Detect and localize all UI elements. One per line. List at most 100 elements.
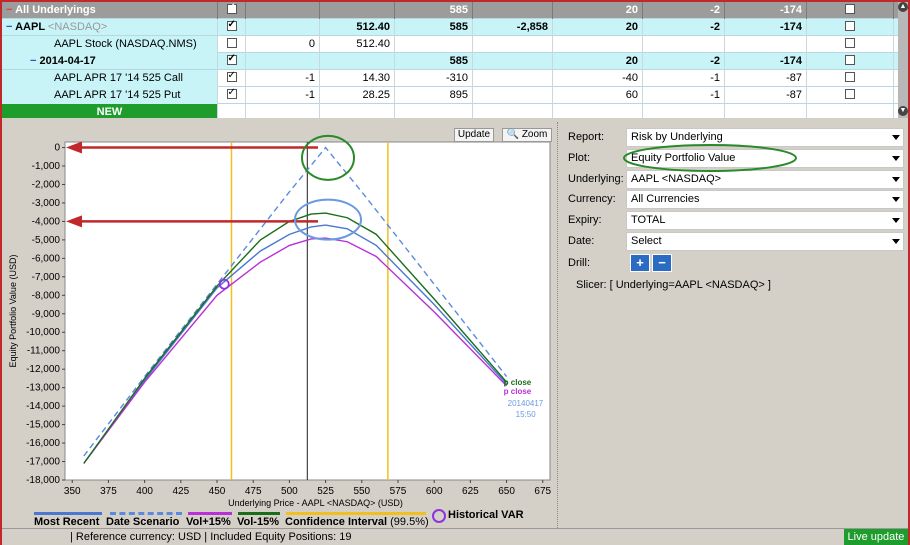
table-cell: [218, 104, 246, 118]
y-tick-label: 0: [54, 143, 60, 154]
row-select[interactable]: [807, 53, 894, 70]
x-tick-label: 525: [317, 486, 334, 497]
x-tick-label: 650: [498, 486, 515, 497]
checkbox-icon[interactable]: [226, 89, 237, 100]
legend-vol-minus: Vol-15%: [237, 516, 279, 528]
checkbox-icon[interactable]: [845, 4, 855, 15]
table-row-new[interactable]: NEW: [2, 104, 898, 118]
checkbox-icon[interactable]: [845, 72, 855, 83]
y-tick-label: -11,000: [27, 346, 61, 357]
drill-label: Drill:: [568, 257, 590, 269]
table-cell: 20: [553, 19, 643, 36]
y-tick-label: -10,000: [26, 327, 60, 338]
table-cell: [320, 104, 395, 118]
row-select[interactable]: [807, 36, 894, 53]
drill-up-button[interactable]: −: [652, 254, 672, 272]
y-tick-label: -5,000: [32, 235, 61, 246]
checkbox-icon[interactable]: [845, 21, 855, 32]
checkbox-icon[interactable]: [226, 21, 237, 32]
table-row[interactable]: − AAPL <NASDAQ> 512.40 585 -2,858 20 -2 …: [2, 19, 898, 36]
new-row-button[interactable]: NEW: [2, 104, 218, 118]
scroll-down-icon[interactable]: ▼: [898, 106, 908, 116]
table-cell: [553, 36, 643, 53]
chevron-down-icon: [892, 239, 900, 244]
currency-select[interactable]: All Currencies: [626, 190, 904, 209]
row-select[interactable]: [807, 87, 894, 104]
time-label: 15:50: [516, 410, 537, 419]
y-axis-label: Equity Portfolio Value (USD): [8, 255, 18, 368]
grid-header-cell: [246, 2, 320, 19]
collapse-icon[interactable]: −: [30, 55, 36, 67]
collapse-icon[interactable]: −: [6, 21, 12, 33]
x-tick-label: 350: [64, 486, 81, 497]
table-cell: [246, 104, 320, 118]
grid-scrollbar[interactable]: ▲ ▼: [898, 2, 908, 118]
x-tick-label: 450: [209, 486, 226, 497]
row-name-call[interactable]: AAPL APR 17 '14 525 Call: [2, 70, 218, 87]
date-label: 20140417: [508, 399, 544, 408]
table-cell: [473, 53, 553, 70]
underlying-select[interactable]: AAPL <NASDAQ>: [626, 170, 904, 189]
currency-row: Currency: All Currencies: [562, 190, 908, 209]
row-check[interactable]: [218, 87, 246, 104]
grid-header-cell: [320, 2, 395, 19]
collapse-icon[interactable]: −: [6, 4, 12, 16]
legend-vol-plus: Vol+15%: [186, 516, 231, 528]
table-row[interactable]: − 2014-04-17 585 20 -2 -174: [2, 53, 898, 70]
report-select[interactable]: Risk by Underlying: [626, 128, 904, 147]
risk-chart[interactable]: 0 -1,000 -2,000 -3,000 -4,000 -5,000 -6,000 -7,…: [2, 122, 558, 528]
checkbox-icon[interactable]: [226, 4, 237, 15]
legend-swatch-most-recent: [34, 512, 102, 515]
row-name-put[interactable]: AAPL APR 17 '14 525 Put: [2, 87, 218, 104]
x-tick-label: 600: [426, 486, 443, 497]
table-row[interactable]: AAPL APR 17 '14 525 Call -1 14.30 -310 -…: [2, 70, 898, 87]
table-cell: -2,858: [473, 19, 553, 36]
scroll-up-icon[interactable]: ▲: [898, 2, 908, 12]
grid-header-row[interactable]: − All Underlyings 585 20 -2 -174: [2, 2, 898, 19]
table-cell: [553, 104, 643, 118]
row-name-expiry[interactable]: − 2014-04-17: [2, 53, 218, 70]
row-check[interactable]: [218, 53, 246, 70]
settings-panel: Report: Risk by Underlying Plot: Equity …: [562, 122, 908, 528]
row-check[interactable]: [218, 70, 246, 87]
checkbox-icon[interactable]: [226, 38, 237, 49]
date-select[interactable]: Select: [626, 232, 904, 251]
row-check[interactable]: [218, 36, 246, 53]
chevron-down-icon: [892, 197, 900, 202]
checkbox-icon[interactable]: [226, 72, 237, 83]
table-cell: 585: [395, 53, 473, 70]
drill-down-button[interactable]: +: [630, 254, 650, 272]
checkbox-icon[interactable]: [845, 89, 855, 100]
close-label-purple: p close: [504, 387, 532, 396]
expiry-select[interactable]: TOTAL: [626, 211, 904, 230]
checkbox-icon[interactable]: [226, 55, 237, 66]
checkbox-icon[interactable]: [845, 55, 855, 66]
status-text: | Reference currency: USD | Included Equ…: [70, 531, 352, 543]
legend-historical-var: Historical VAR: [448, 509, 524, 521]
table-cell: -174: [725, 53, 807, 70]
grid-header-select[interactable]: [807, 2, 894, 19]
table-cell: -2: [643, 19, 725, 36]
update-button[interactable]: Update: [454, 128, 494, 142]
table-cell: [643, 36, 725, 53]
checkbox-icon[interactable]: [845, 38, 855, 49]
table-row[interactable]: AAPL APR 17 '14 525 Put -1 28.25 895 60 …: [2, 87, 898, 104]
live-update-badge[interactable]: Live update: [844, 529, 908, 545]
row-select[interactable]: [807, 70, 894, 87]
row-select[interactable]: [807, 19, 894, 36]
grid-header-check[interactable]: [218, 2, 246, 19]
grid-header-underlyings[interactable]: − All Underlyings: [2, 2, 218, 19]
row-check[interactable]: [218, 19, 246, 36]
zoom-button[interactable]: 🔍 Zoom: [502, 128, 552, 142]
y-tick-label: -6,000: [32, 253, 61, 264]
table-row[interactable]: AAPL Stock (NASDAQ.NMS) 0 512.40: [2, 36, 898, 53]
y-tick-label: -2,000: [32, 179, 61, 190]
row-name-stock[interactable]: AAPL Stock (NASDAQ.NMS): [2, 36, 218, 53]
table-cell: -1: [643, 70, 725, 87]
plot-select[interactable]: Equity Portfolio Value: [626, 149, 904, 168]
zoom-label: Zoom: [521, 129, 548, 140]
y-tick-label: -13,000: [26, 383, 60, 394]
table-cell: 60: [553, 87, 643, 104]
row-name-aapl[interactable]: − AAPL <NASDAQ>: [2, 19, 218, 36]
legend-most-recent: Most Recent: [34, 516, 100, 528]
